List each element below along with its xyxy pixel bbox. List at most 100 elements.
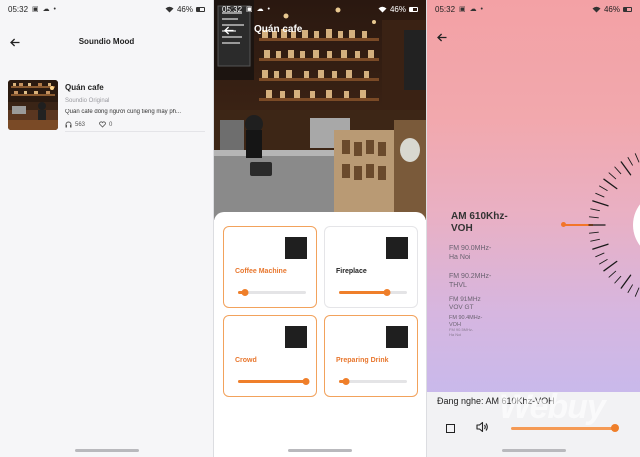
dial-tick	[620, 161, 632, 176]
wifi-icon	[378, 6, 387, 12]
stop-button[interactable]	[446, 424, 455, 433]
slider-knob[interactable]	[241, 289, 249, 296]
dial-tick	[627, 157, 633, 166]
heart-icon[interactable]	[99, 121, 106, 128]
dial-tick	[588, 231, 599, 234]
battery-percent: 46%	[176, 4, 193, 14]
now-playing-text: Đang nghe: AM 610Khz-VOH	[437, 396, 555, 406]
wifi-icon	[165, 6, 174, 12]
cafe-hero-image	[214, 0, 426, 220]
item-description: Quán cafe đông người cùng tiếng máy ph..…	[65, 109, 182, 115]
sound-mixer-screen: 05:32 ▣ ☁ • 46% Quán cafe Coffee Machine…	[214, 0, 426, 457]
slider-knob[interactable]	[302, 378, 310, 385]
slider-knob[interactable]	[342, 378, 350, 385]
play-count: 563	[75, 121, 86, 128]
battery-percent: 46%	[603, 4, 620, 14]
sound-artwork	[285, 237, 307, 259]
notification-icons: ▣ ☁ •	[32, 6, 57, 13]
like-count: 0	[109, 121, 113, 128]
notification-icons: ▣ ☁ •	[246, 6, 271, 13]
dial-tick	[590, 238, 600, 242]
gesture-bar	[501, 449, 566, 452]
item-subtitle: Soundio Original	[65, 98, 110, 104]
station-item[interactable]: FM 90.2MHz- THVL	[449, 272, 491, 290]
arrow-left-icon	[224, 26, 234, 34]
status-bar: 05:32 ▣ ☁ • 46%	[214, 0, 426, 18]
volume-slider[interactable]	[511, 427, 615, 430]
sound-card-fireplace[interactable]: Fireplace	[324, 226, 418, 308]
dial-tick	[608, 270, 617, 278]
dial-center	[633, 204, 640, 246]
station-item[interactable]: FM 90.0MHz- Ha Noi	[449, 244, 491, 262]
dial-tick	[599, 259, 608, 265]
dial-tick	[634, 153, 640, 163]
item-stats: 563 0	[65, 121, 205, 128]
sound-artwork	[285, 326, 307, 348]
dial-tick	[614, 275, 622, 284]
dial-tick	[627, 284, 633, 293]
divider	[65, 131, 205, 132]
dial-tick	[590, 208, 600, 212]
dial-tick	[603, 260, 618, 272]
status-bar: 05:32 ▣ ☁ • 46%	[427, 0, 640, 18]
wifi-icon	[592, 6, 601, 12]
dial-tick	[614, 166, 622, 175]
dial-tick	[603, 178, 618, 190]
radio-screen: 05:32 ▣ ☁ • 46% AM 610Khz- VOH FM 90.0MHz…	[427, 0, 640, 457]
sound-label: Preparing Drink	[336, 357, 389, 364]
volume-knob[interactable]	[611, 424, 619, 432]
dial-tick	[588, 216, 599, 219]
sound-label: Coffee Machine	[235, 268, 287, 275]
volume-slider[interactable]	[339, 289, 407, 296]
dial-tick	[634, 287, 640, 297]
headphones-icon	[65, 121, 72, 128]
mood-list-screen: 05:32 ▣ ☁ • 46% Soundio Mood Quán cafe S…	[0, 0, 213, 457]
dial-tick	[592, 200, 609, 207]
arrow-left-icon	[437, 33, 447, 41]
tuner-dial[interactable]	[567, 120, 640, 330]
slider-fill	[238, 380, 306, 383]
sound-artwork	[386, 326, 408, 348]
battery-percent: 46%	[389, 4, 406, 14]
item-title: Quán cafe	[65, 83, 104, 92]
station-item[interactable]: FM 91MHz VOV GT	[449, 296, 481, 312]
dial-tick	[595, 192, 605, 198]
back-button[interactable]	[433, 28, 451, 46]
dial-tick	[595, 252, 605, 258]
mood-list-item[interactable]: Quán cafe Soundio Original Quán cafe đôn…	[8, 80, 206, 134]
battery-icon	[623, 6, 632, 12]
volume-slider[interactable]	[238, 289, 306, 296]
dial-tick	[608, 172, 617, 180]
screenshot-composite: 05:32 ▣ ☁ • 46% Soundio Mood Quán cafe S…	[0, 0, 640, 457]
slider-knob[interactable]	[383, 289, 391, 296]
gesture-bar	[288, 449, 352, 452]
current-station[interactable]: AM 610Khz- VOH	[451, 211, 508, 235]
sound-controls-sheet: Coffee Machine Fireplace Crowd Preparing…	[214, 212, 426, 457]
sound-artwork	[386, 237, 408, 259]
status-time: 05:32	[8, 4, 29, 14]
dial-tick	[620, 274, 632, 289]
sound-label: Crowd	[235, 357, 257, 364]
cafe-thumbnail	[8, 80, 58, 130]
page-title: Soundio Mood	[78, 37, 135, 46]
sound-card-crowd[interactable]: Crowd	[223, 315, 317, 397]
station-item[interactable]: FM 90.5MHz- Ha Noi	[449, 327, 473, 337]
volume-slider[interactable]	[339, 378, 407, 385]
status-time: 05:32	[222, 4, 243, 14]
battery-icon	[409, 6, 418, 12]
back-button[interactable]	[220, 21, 238, 39]
sound-card-preparing-drink[interactable]: Preparing Drink	[324, 315, 418, 397]
status-bar: 05:32 ▣ ☁ • 46%	[0, 0, 213, 18]
status-time: 05:32	[435, 4, 456, 14]
volume-icon[interactable]	[476, 421, 489, 433]
dial-tick	[599, 185, 608, 191]
dial-tick	[592, 243, 609, 250]
battery-icon	[196, 6, 205, 12]
gesture-bar	[74, 449, 139, 452]
volume-slider[interactable]	[238, 378, 310, 385]
page-title: Quán cafe	[254, 24, 303, 35]
slider-fill	[339, 291, 387, 294]
notification-icons: ▣ ☁ •	[459, 6, 484, 13]
sound-card-coffee-machine[interactable]: Coffee Machine	[223, 226, 317, 308]
sound-label: Fireplace	[336, 268, 367, 275]
